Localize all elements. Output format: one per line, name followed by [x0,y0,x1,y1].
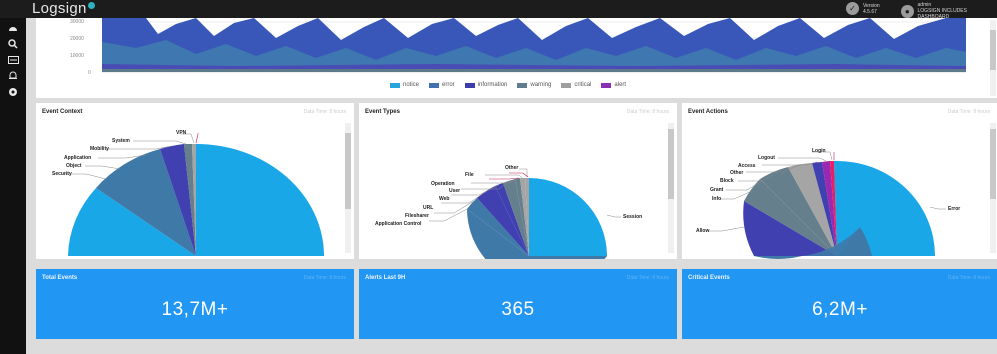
card-subtitle: Data Time: 8 hours [947,275,990,281]
dashboard-icon[interactable] [6,22,20,34]
legend-item-critical[interactable]: critical [561,82,591,88]
legend-swatch [390,82,400,88]
pie-label-web: Web [439,196,450,202]
card-subtitle: Data Time: 8 hours [303,275,346,281]
total-events-card[interactable]: Total Events Data Time: 8 hours 13,7M+ [36,269,354,339]
pie-label-application-control: Application Control [375,221,422,227]
check-icon: ✓ [846,2,859,15]
event-types-pie [429,168,621,259]
logo-mark [87,2,95,9]
legend-label: information [477,82,508,88]
card-title: Critical Events [688,275,730,281]
slice-info [754,256,837,259]
pie-label-other: Other [730,170,744,176]
pie-label-object: Object [66,163,82,169]
legend-item-information[interactable]: information [464,82,508,88]
bell-icon[interactable] [6,70,20,82]
logo-text: Logsign [32,0,87,17]
legend-label: notice [403,82,420,88]
event-context-scrollbar[interactable] [345,123,351,253]
pie-label-grant: Grant [710,187,724,193]
event-types-scrollbar[interactable] [668,123,674,253]
card-value: 13,7M+ [161,299,229,320]
legend-item-alert[interactable]: alert [601,82,626,88]
version-label: Version [863,2,880,9]
pie-label-vpn: VPN [176,130,187,136]
pie-label-allow: Allow [696,228,710,234]
pie-label-system: System [112,138,130,144]
critical-events-card[interactable]: Critical Events Data Time: 8 hours 6,2M+ [682,269,997,339]
scrollbar-thumb[interactable] [990,129,996,199]
pie-label-access: Access [738,163,756,169]
pie-label-application: Application [64,155,92,161]
pie-label-logout: Logout [758,155,775,161]
slice-security [196,144,324,256]
legend-item-error[interactable]: error [429,82,455,88]
scrollbar-thumb[interactable] [345,133,351,209]
y-tick-0: 0 [88,70,91,76]
chart-legend: notice error information warning critica… [390,82,626,88]
event-context-pie [63,133,324,256]
legend-label: warning [530,82,552,88]
user-icon: ● [901,4,914,18]
y-tick-20000: 20000 [70,36,84,42]
scrollbar-thumb[interactable] [990,30,996,70]
legend-item-notice[interactable]: notice [390,82,419,88]
card-value: 365 [501,299,535,320]
pie-label-block: Block [720,178,734,184]
pie-label-security: Security [52,171,72,177]
events-area-chart-panel: 30000 20000 10000 0 notice error informa… [36,18,997,98]
version-info: ✓ Version 4.5.67 [846,2,880,15]
event-types-panel: Event Types Data Time: 8 hours Other Fil… [359,103,677,259]
legend-swatch [601,82,612,88]
settings-icon[interactable] [6,86,20,98]
pie-label-info: Info [712,196,722,202]
pie-label-filesharer: Filesharer [405,213,429,219]
sidebar [0,18,26,354]
pie-label-login: Login [812,148,826,154]
reports-icon[interactable] [6,54,20,66]
pie-label-file: File [465,172,474,178]
pie-label-url: URL [423,205,434,211]
y-tick-30000: 30000 [70,19,84,25]
pie-label-user: User [449,188,461,194]
legend-label: alert [614,82,627,88]
event-actions-scrollbar[interactable] [990,123,996,253]
search-icon[interactable] [6,38,20,50]
legend-swatch [429,82,440,88]
scrollbar-thumb[interactable] [668,129,674,199]
card-subtitle: Data Time: 8 hours [626,275,669,281]
legend-item-warning[interactable]: warning [517,82,551,88]
legend-swatch [561,82,572,88]
logo[interactable]: Logsign [32,0,95,18]
area-warning [102,69,966,72]
version-value: 4.5.67 [863,8,877,15]
card-title: Total Events [42,275,78,281]
card-value: 6,2M+ [812,299,868,320]
pie-label-operation: Operation [431,181,455,187]
pie-label-session: Session [623,214,643,220]
pie-label-other: Other [505,165,519,171]
event-context-panel: Event Context Data Time: 8 hours VPN Sys… [36,103,354,259]
area-chart-scrollbar[interactable] [990,20,996,96]
legend-swatch [464,82,475,88]
legend-swatch [517,82,528,88]
alerts-card[interactable]: Alerts Last 9H Data Time: 8 hours 365 [359,269,677,339]
legend-label: error [442,82,455,88]
pie-label-error: Error [948,206,961,212]
top-bar: Logsign ✓ Version 4.5.67 ● admin LOGSIGN… [0,0,997,20]
y-tick-10000: 10000 [70,53,84,59]
card-title: Alerts Last 9H [365,275,406,281]
pie-label-mobility: Mobility [90,146,109,152]
event-actions-panel: Event Actions Data Time: 8 hours Login L… [682,103,997,259]
legend-label: critical [574,82,592,88]
